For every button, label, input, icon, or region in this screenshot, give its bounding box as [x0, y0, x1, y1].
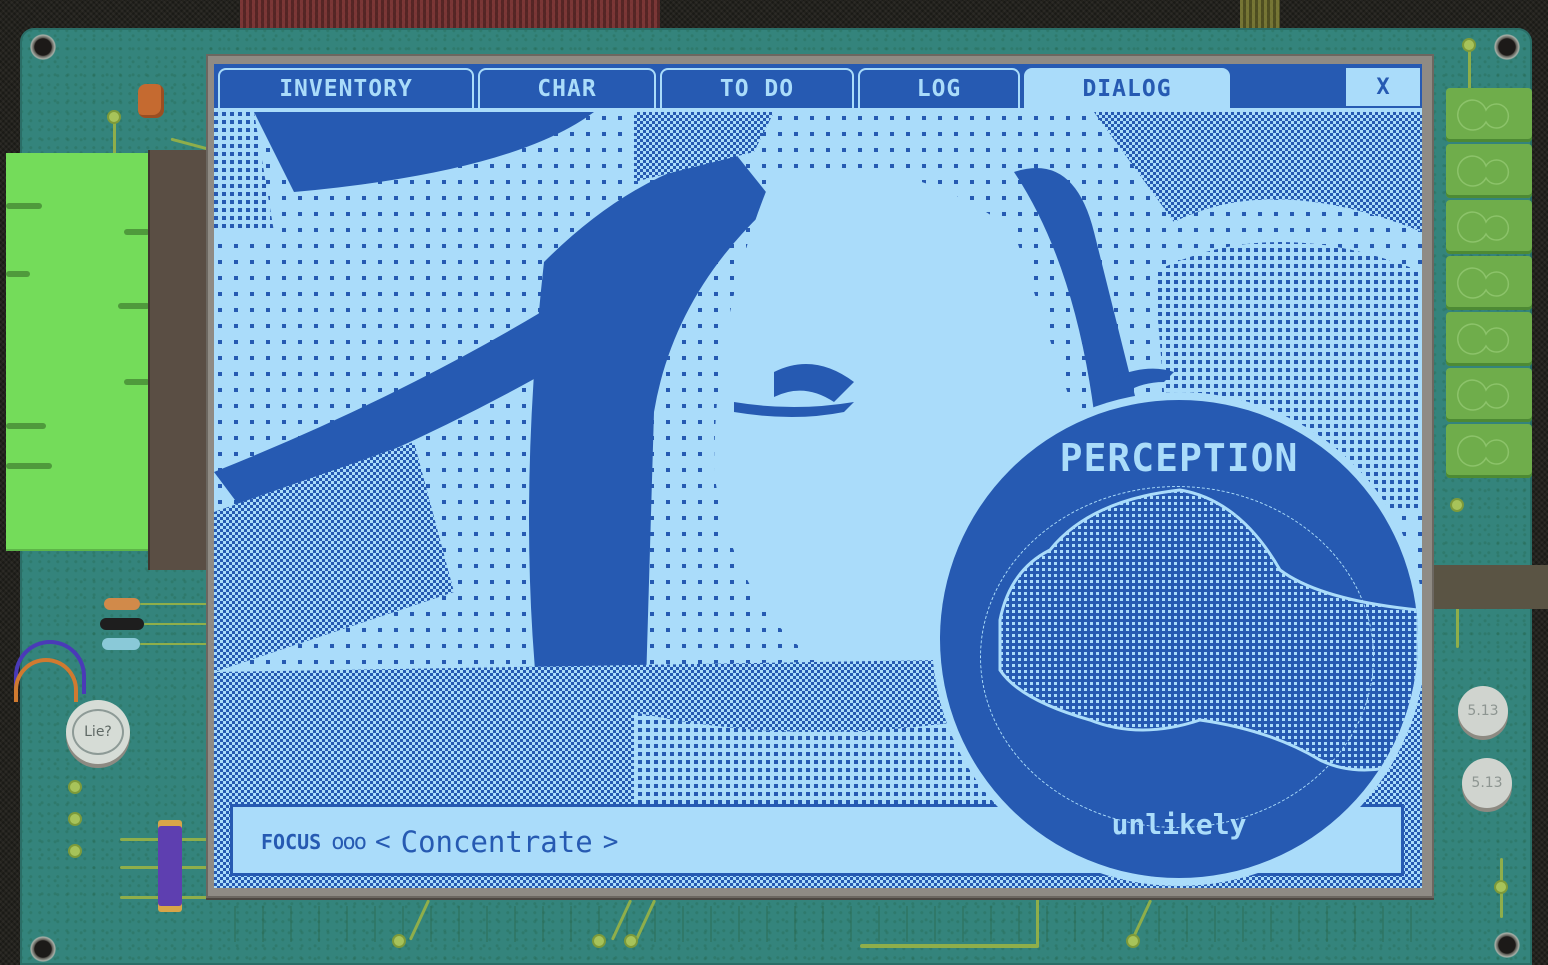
focus-points-indicator: ooo — [331, 829, 367, 855]
circuit-trace — [140, 643, 208, 645]
close-button[interactable]: X — [1346, 68, 1420, 106]
notch — [124, 229, 150, 235]
connector-tile — [1446, 200, 1532, 254]
capacitor-component — [138, 84, 164, 118]
tab-char[interactable]: CHAR — [478, 68, 656, 108]
coin-label: 5.13 — [1467, 703, 1499, 719]
skill-check-badge: PERCEPTION unlikely — [932, 392, 1422, 886]
resistor-component — [100, 618, 144, 630]
dashed-ring — [980, 486, 1374, 828]
circuit-pad — [1450, 498, 1464, 512]
circuit-trace — [144, 623, 208, 625]
screw-icon — [1494, 34, 1520, 60]
tab-log[interactable]: LOG — [858, 68, 1020, 108]
circuit-pad — [68, 812, 82, 826]
skill-name: PERCEPTION — [1059, 436, 1299, 480]
connector-tile — [1446, 368, 1532, 422]
notch — [118, 303, 150, 309]
background-art — [1240, 0, 1280, 28]
lie-component: Lie? — [66, 700, 130, 764]
circuit-trace — [1468, 46, 1471, 90]
circuit-pad — [392, 934, 406, 948]
connector-glyph-icon — [1457, 435, 1510, 467]
screw-icon — [1494, 932, 1520, 958]
next-option-arrow[interactable]: > — [603, 827, 619, 857]
screen: INVENTORY CHAR TO DO LOG DIALOG X FOCUS … — [214, 64, 1422, 888]
connector-glyph-icon — [1457, 323, 1510, 355]
previous-option-arrow[interactable]: < — [375, 827, 391, 857]
screw-icon — [30, 34, 56, 60]
coin-component: 5.13 — [1458, 686, 1508, 736]
circuit-trace — [860, 944, 1038, 948]
background-art — [240, 0, 660, 28]
circuit-pad — [68, 844, 82, 858]
tab-bar: INVENTORY CHAR TO DO LOG DIALOG X — [214, 64, 1422, 110]
connector-glyph-icon — [1457, 267, 1510, 299]
skill-check-result: unlikely — [1111, 808, 1247, 841]
lie-label: Lie? — [72, 709, 124, 755]
circuit-pad — [1462, 38, 1476, 52]
tab-dialog[interactable]: DIALOG — [1024, 68, 1230, 108]
circuit-pad — [1126, 934, 1140, 948]
fuse-component — [158, 826, 182, 906]
connector-tile — [1446, 312, 1532, 366]
tab-to-do[interactable]: TO DO — [660, 68, 854, 108]
connector-tile — [1446, 424, 1532, 478]
notch — [6, 423, 46, 429]
tab-inventory[interactable]: INVENTORY — [218, 68, 474, 108]
coin-component: 5.13 — [1462, 758, 1512, 808]
notch — [124, 379, 150, 385]
circuit-trace — [140, 603, 208, 605]
circuit-trace — [1036, 896, 1039, 948]
notch — [6, 271, 30, 277]
focus-label: FOCUS — [261, 830, 322, 854]
connector-glyph-icon — [1457, 155, 1510, 187]
resistor-component — [102, 638, 140, 650]
notch — [6, 203, 42, 209]
connector-glyph-icon — [1457, 379, 1510, 411]
screw-icon — [30, 936, 56, 962]
green-cartridge — [6, 153, 150, 551]
cartridge-slot — [148, 150, 206, 570]
circuit-pad — [107, 110, 121, 124]
notch — [6, 463, 52, 469]
resistor-component — [104, 598, 140, 610]
connector-tile — [1446, 144, 1532, 198]
connector-glyph-icon — [1457, 211, 1510, 243]
coin-label: 5.13 — [1471, 775, 1503, 791]
connector-block — [1426, 565, 1548, 609]
tab-underline — [214, 108, 1422, 111]
connector-tile — [1446, 256, 1532, 310]
connector-tile — [1446, 88, 1532, 142]
dialog-option[interactable]: Concentrate — [401, 825, 593, 859]
connector-glyph-icon — [1457, 99, 1510, 131]
circuit-pad — [624, 934, 638, 948]
circuit-pad — [592, 934, 606, 948]
circuit-pad — [1494, 880, 1508, 894]
circuit-pad — [68, 780, 82, 794]
